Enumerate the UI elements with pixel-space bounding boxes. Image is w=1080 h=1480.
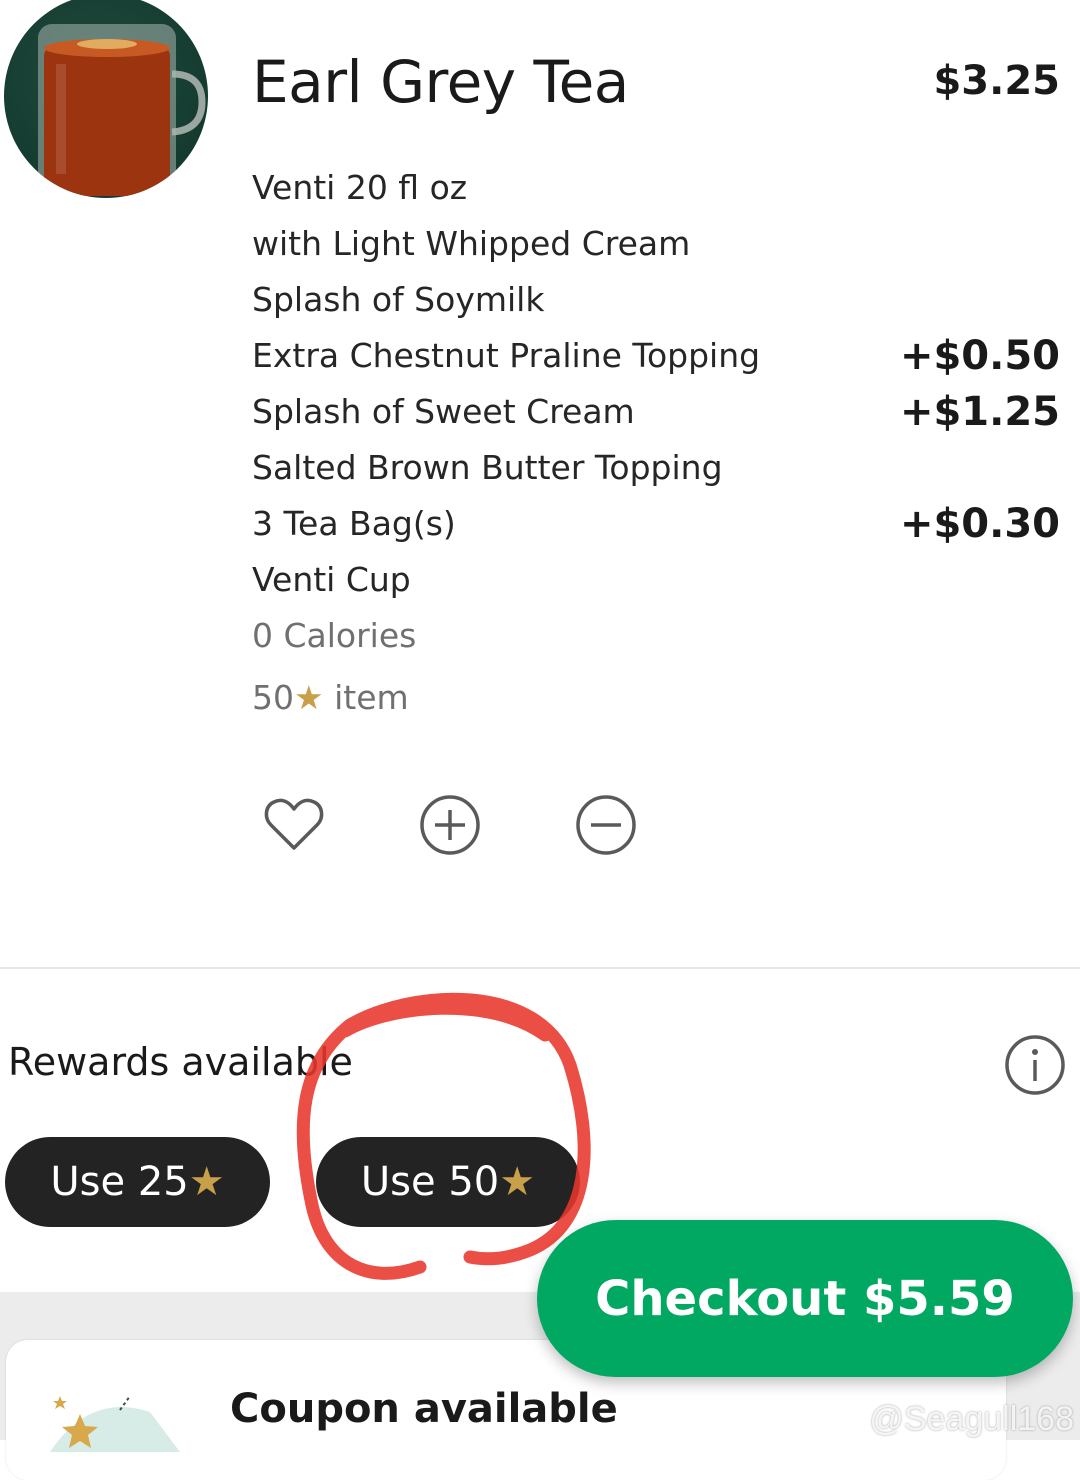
modifier-label: Venti 20 fl oz [252,168,468,207]
checkout-button[interactable]: Checkout $5.59 [537,1220,1073,1377]
info-icon[interactable] [1003,1033,1067,1097]
product-image [4,0,208,198]
modifier-label: Extra Chestnut Praline Topping [252,336,761,375]
use-25-stars-button[interactable]: Use 25 ★ [5,1137,270,1227]
calories-text: 0 Calories [252,616,417,655]
plus-circle-icon[interactable] [418,793,482,857]
reward-label: Use 50 [360,1159,500,1205]
modifier-row: Splash of Sweet Cream +$1.25 [252,384,1060,440]
coupon-star-icon [50,1392,180,1452]
modifier-price: +$0.30 [899,501,1060,547]
modifier-row: Splash of Soymilk [252,272,1060,328]
modifier-row: Salted Brown Butter Topping [252,440,1060,496]
modifier-row: Venti Cup [252,552,1060,608]
rewards-title: Rewards available [8,1040,353,1084]
modifier-row: Extra Chestnut Praline Topping +$0.50 [252,328,1060,384]
product-price: $3.25 [933,58,1060,104]
modifier-row: 3 Tea Bag(s) +$0.30 [252,496,1060,552]
modifier-label: 3 Tea Bag(s) [252,504,456,543]
modifier-price: +$1.25 [899,389,1060,435]
stars-item-text: 50★ item [252,670,409,726]
use-50-stars-button[interactable]: Use 50 ★ [316,1137,580,1227]
modifier-row: Venti 20 fl oz [252,160,1060,216]
modifier-label: with Light Whipped Cream [252,224,691,263]
stars-value: 50 [252,678,294,717]
minus-circle-icon[interactable] [574,793,638,857]
stars-suffix: item [323,678,409,717]
modifier-label: Splash of Sweet Cream [252,392,635,431]
product-title: Earl Grey Tea [252,48,629,116]
modifier-label: Splash of Soymilk [252,280,545,319]
coupon-title: Coupon available [230,1386,618,1432]
star-icon: ★ [499,1159,536,1205]
reward-label: Use 25 [50,1159,189,1205]
modifier-list: Venti 20 fl oz with Light Whipped Cream … [252,160,1060,608]
star-icon: ★ [188,1159,225,1205]
modifier-price: +$0.50 [899,333,1060,379]
tea-mug-icon [38,24,206,196]
modifier-label: Venti Cup [252,560,411,599]
section-divider [0,967,1080,969]
heart-icon[interactable] [262,793,326,857]
watermark: @Seagull168 [869,1400,1074,1438]
modifier-label: Salted Brown Butter Topping [252,448,723,487]
star-icon: ★ [294,678,324,717]
modifier-row: with Light Whipped Cream [252,216,1060,272]
